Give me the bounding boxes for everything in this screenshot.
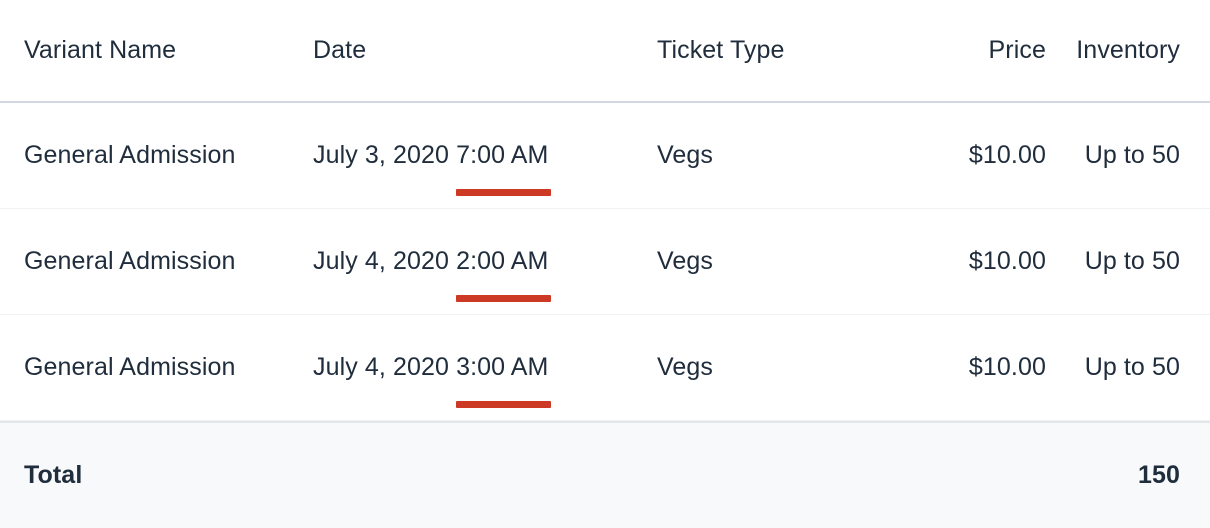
date-value: July 4, 2020 2:00 AM	[313, 247, 551, 302]
date-day-part: July 4, 2020	[313, 247, 457, 275]
date-value: July 3, 2020 7:00 AM	[313, 141, 551, 196]
table-row[interactable]: General Admission July 4, 2020 3:00 AM V…	[0, 315, 1210, 421]
cell-inventory: Up to 50	[1084, 247, 1180, 275]
cell-price: $10.00	[968, 353, 1046, 381]
column-header-ticket-type[interactable]: Ticket Type	[657, 36, 881, 65]
date-time-text: 2:00 AM	[456, 247, 549, 275]
cell-variant-name: General Admission	[24, 353, 236, 381]
column-header-variant-name[interactable]: Variant Name	[0, 36, 313, 65]
cell-date: July 4, 2020 3:00 AM	[313, 353, 657, 408]
cell-variant-name: General Admission	[24, 247, 236, 275]
cell-inventory: Up to 50	[1084, 353, 1180, 381]
cell-ticket-type: Vegs	[657, 353, 714, 381]
date-value: July 4, 2020 3:00 AM	[313, 353, 551, 408]
column-header-inventory[interactable]: Inventory	[1046, 36, 1210, 65]
date-time-part: 2:00 AM	[456, 247, 551, 302]
cell-price: $10.00	[968, 247, 1046, 275]
total-label: Total	[24, 461, 83, 489]
total-value: 150	[1137, 461, 1180, 489]
column-header-date[interactable]: Date	[313, 36, 657, 65]
date-day-part: July 3, 2020	[313, 141, 457, 169]
table-row[interactable]: General Admission July 4, 2020 2:00 AM V…	[0, 209, 1210, 315]
cell-price: $10.00	[968, 141, 1046, 169]
date-time-part: 3:00 AM	[456, 353, 551, 408]
column-header-price[interactable]: Price	[881, 36, 1046, 65]
variant-table: Variant Name Date Ticket Type Price Inve…	[0, 0, 1210, 528]
cell-ticket-type: Vegs	[657, 141, 714, 169]
date-time-part: 7:00 AM	[456, 141, 551, 196]
cell-date: July 3, 2020 7:00 AM	[313, 141, 657, 196]
time-highlight-underline	[456, 401, 551, 408]
date-time-text: 7:00 AM	[456, 141, 549, 169]
time-highlight-underline	[456, 189, 551, 196]
table-row[interactable]: General Admission July 3, 2020 7:00 AM V…	[0, 103, 1210, 209]
cell-inventory: Up to 50	[1084, 141, 1180, 169]
time-highlight-underline	[456, 295, 551, 302]
cell-ticket-type: Vegs	[657, 247, 714, 275]
cell-variant-name: General Admission	[24, 141, 236, 169]
date-time-text: 3:00 AM	[456, 353, 549, 381]
table-header-row: Variant Name Date Ticket Type Price Inve…	[0, 0, 1210, 103]
cell-date: July 4, 2020 2:00 AM	[313, 247, 657, 302]
date-day-part: July 4, 2020	[313, 353, 457, 381]
table-total-row: Total 150	[0, 421, 1210, 528]
